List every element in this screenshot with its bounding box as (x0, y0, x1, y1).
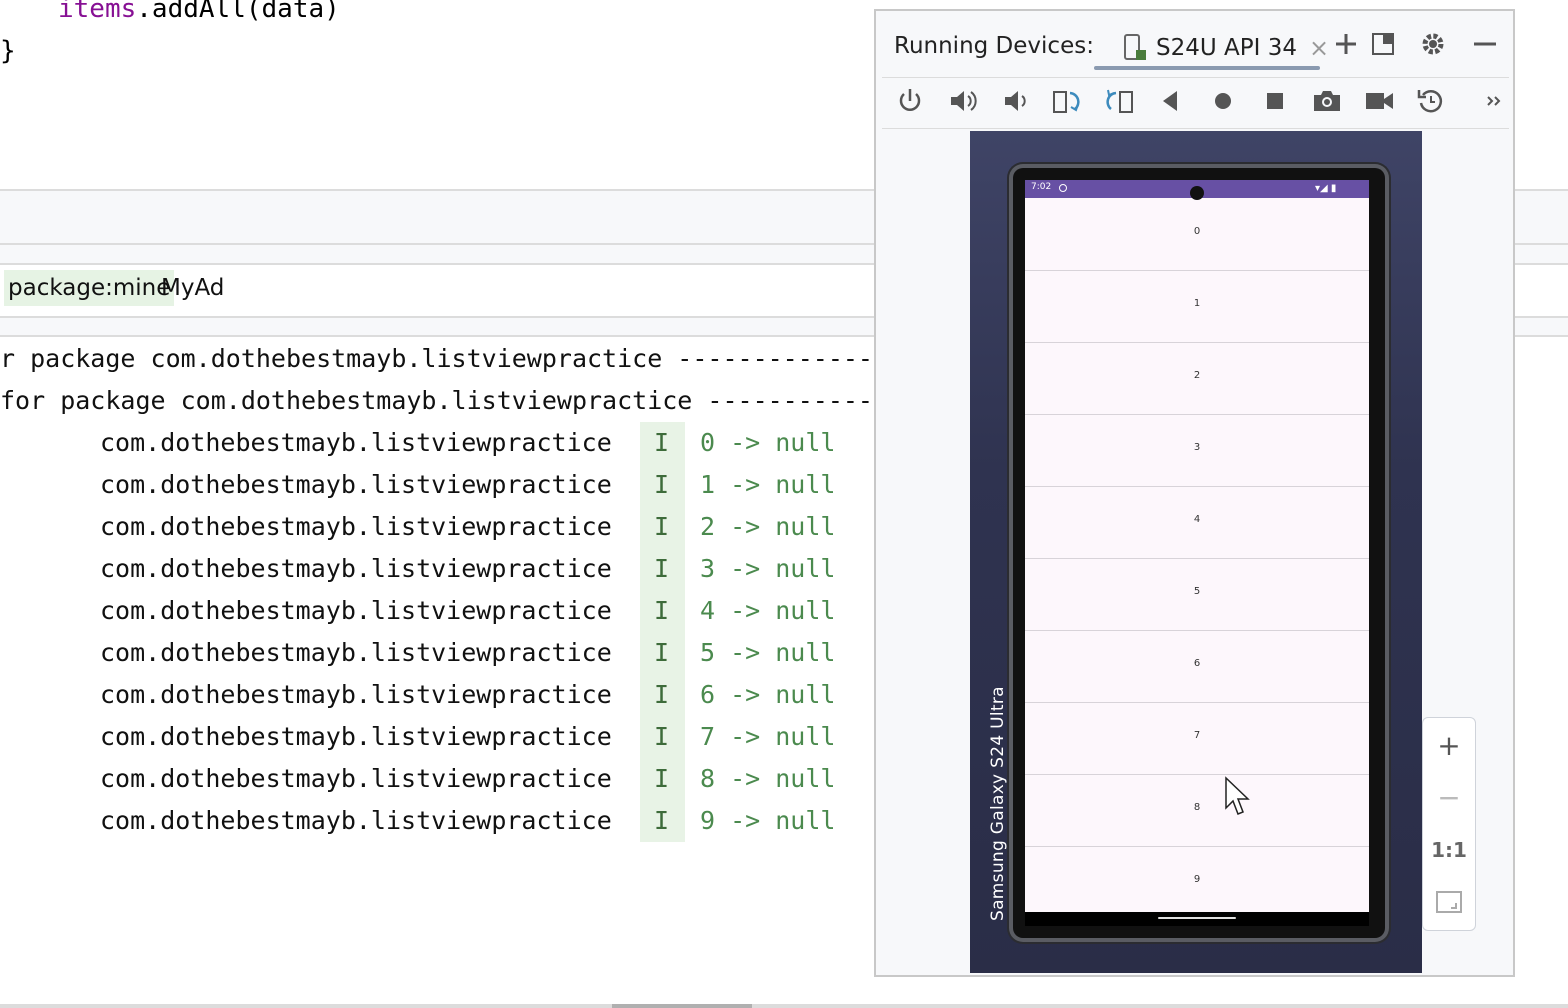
log-tag: com.dothebestmayb.listviewpractice (100, 680, 612, 709)
rotate-right-icon[interactable] (1103, 85, 1135, 117)
log-tag: com.dothebestmayb.listviewpractice (100, 512, 612, 541)
log-tag: com.dothebestmayb.listviewpractice (100, 638, 612, 667)
gear-icon[interactable] (1418, 29, 1448, 59)
reset-icon[interactable] (1415, 85, 1447, 117)
log-message: 3 -> null (700, 554, 836, 583)
list-item[interactable]: 4 (1025, 486, 1369, 559)
log-tag: com.dothebestmayb.listviewpractice (100, 470, 612, 499)
log-tag: com.dothebestmayb.listviewpractice (100, 428, 612, 457)
horizontal-scrollbar[interactable] (0, 1004, 1568, 1008)
scrollbar-thumb[interactable] (612, 1004, 752, 1008)
device-screen[interactable]: 7:02 ▾◢ ▮ 0 1 2 3 4 5 6 7 8 9 (1025, 180, 1369, 912)
log-message: 0 -> null (700, 428, 836, 457)
list-item-text: 1 (1193, 298, 1201, 309)
phone-body: 7:02 ▾◢ ▮ 0 1 2 3 4 5 6 7 8 9 (1013, 168, 1385, 938)
list-item-text: 4 (1193, 514, 1201, 525)
device-tab[interactable]: S24U API 34 × (1122, 29, 1329, 67)
close-icon[interactable]: × (1309, 34, 1329, 62)
sync-icon (1059, 184, 1067, 192)
device-model-label: Samsung Galaxy S24 Ultra (988, 686, 1008, 921)
log-tag: com.dothebestmayb.listviewpractice (100, 764, 612, 793)
list-item[interactable]: 6 (1025, 630, 1369, 703)
log-level: I (654, 806, 670, 835)
log-level: I (654, 512, 670, 541)
list-item[interactable]: 8 (1025, 774, 1369, 847)
list-item-text: 9 (1193, 874, 1201, 885)
log-message: 6 -> null (700, 680, 836, 709)
list-item-text: 0 (1193, 226, 1201, 237)
list-item-text: 2 (1193, 370, 1201, 381)
back-icon[interactable] (1155, 85, 1187, 117)
log-level: I (654, 638, 670, 667)
volume-up-icon[interactable] (947, 85, 979, 117)
log-level: I (654, 554, 670, 583)
minimize-icon[interactable] (1470, 29, 1500, 59)
zoom-actual-size-button[interactable]: 1:1 (1423, 824, 1475, 876)
log-level: I (654, 470, 670, 499)
layout-icon[interactable] (1368, 29, 1398, 59)
list-item-text: 5 (1193, 586, 1201, 597)
plus-icon[interactable] (1331, 29, 1361, 59)
list-item[interactable]: 1 (1025, 270, 1369, 343)
power-icon[interactable] (894, 85, 926, 117)
overview-icon[interactable] (1259, 85, 1291, 117)
screenshot-icon[interactable] (1311, 85, 1343, 117)
zoom-in-button[interactable]: + (1423, 720, 1475, 772)
log-level: I (654, 764, 670, 793)
running-devices-panel: Running Devices: S24U API 34 × Samsung G… (874, 9, 1515, 977)
log-tag: com.dothebestmayb.listviewpractice (100, 554, 612, 583)
log-header-line: for package com.dothebestmayb.listviewpr… (0, 386, 873, 415)
divider (882, 77, 1509, 78)
log-level: I (654, 680, 670, 709)
log-tag: com.dothebestmayb.listviewpractice (100, 722, 612, 751)
log-message: 4 -> null (700, 596, 836, 625)
zoom-out-button[interactable]: − (1423, 772, 1475, 824)
fit-screen-icon[interactable] (1435, 888, 1463, 916)
list-item-text: 7 (1193, 730, 1201, 741)
tab-underline (1094, 66, 1320, 70)
list-item[interactable]: 0 (1025, 198, 1369, 271)
device-tab-label: S24U API 34 (1156, 35, 1297, 61)
screen-record-icon[interactable] (1363, 85, 1395, 117)
log-level: I (654, 722, 670, 751)
log-tag: com.dothebestmayb.listviewpractice (100, 806, 612, 835)
log-message: 2 -> null (700, 512, 836, 541)
log-message: 1 -> null (700, 470, 836, 499)
list-item[interactable]: 3 (1025, 414, 1369, 487)
code-line[interactable]: items.addAll(data) (58, 0, 340, 24)
log-level: I (654, 596, 670, 625)
list-item[interactable]: 2 (1025, 342, 1369, 415)
zoom-controls: + − 1:1 (1422, 717, 1476, 931)
list-item-text: 8 (1193, 802, 1201, 813)
log-message: 7 -> null (700, 722, 836, 751)
home-pill[interactable] (1158, 917, 1236, 919)
log-tag: com.dothebestmayb.listviewpractice (100, 596, 612, 625)
list-item[interactable]: 9 (1025, 846, 1369, 912)
log-level: I (654, 428, 670, 457)
code-variable: items (58, 0, 137, 24)
log-message: 5 -> null (700, 638, 836, 667)
volume-down-icon[interactable] (999, 85, 1031, 117)
gesture-nav-bar (1025, 912, 1369, 926)
panel-title: Running Devices: (894, 33, 1094, 59)
list-item[interactable]: 7 (1025, 702, 1369, 775)
divider (882, 128, 1509, 129)
home-icon[interactable] (1207, 85, 1239, 117)
rotate-left-icon[interactable] (1051, 85, 1083, 117)
status-time: 7:02 (1031, 182, 1052, 192)
log-message: 8 -> null (700, 764, 836, 793)
log-message: 9 -> null (700, 806, 836, 835)
list-item-text: 6 (1193, 658, 1201, 669)
list-item[interactable]: 5 (1025, 558, 1369, 631)
mouse-cursor-icon (1225, 776, 1250, 815)
more-icon[interactable] (1478, 85, 1510, 117)
code-text: .addAll(data) (136, 0, 340, 24)
filter-text: MyAd (161, 275, 225, 301)
device-icon (1124, 34, 1146, 60)
filter-chip[interactable]: package:mine (4, 270, 175, 306)
code-closing-brace: } (0, 36, 16, 66)
list-item-text: 3 (1193, 442, 1201, 453)
signal-battery-icon: ▾◢ ▮ (1315, 183, 1337, 194)
log-header-line: r package com.dothebestmayb.listviewprac… (0, 344, 873, 373)
